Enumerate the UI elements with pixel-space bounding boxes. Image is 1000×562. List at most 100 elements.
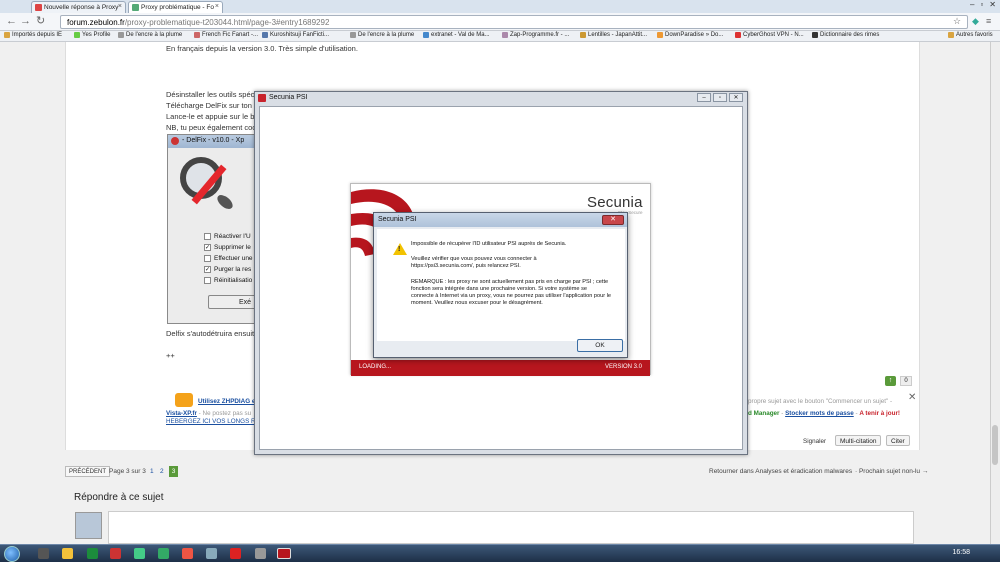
media-icon[interactable]	[38, 548, 49, 559]
bookmark-label: Lentilles - JapanAttit...	[588, 32, 648, 38]
app-icon[interactable]	[110, 548, 121, 559]
bookmark-label: French Fic Fanart -...	[202, 32, 259, 38]
bookmark-item[interactable]: extranet - Val de Ma...	[423, 32, 490, 38]
option-checkbox[interactable]: ✓ Supprimer le	[204, 244, 251, 251]
reply-editor[interactable]	[108, 511, 914, 544]
maximize-icon[interactable]: ▫	[980, 0, 983, 12]
previous-page-button[interactable]: PRÉCÉDENT	[65, 466, 111, 477]
scrollbar[interactable]	[990, 42, 1000, 544]
extension-icon[interactable]: ◆	[972, 15, 979, 28]
close-icon[interactable]: ×	[215, 3, 219, 10]
option-checkbox[interactable]: Réactiver l'U	[204, 233, 251, 240]
multi-quote-button[interactable]: Multi-citation	[835, 435, 882, 446]
chrome-icon[interactable]	[134, 548, 145, 559]
option-checkbox[interactable]: ✓ Purger la res	[204, 266, 251, 273]
secunia-taskbar-icon[interactable]	[277, 548, 291, 559]
tab-gmail[interactable]: Nouvelle réponse à Proxy ×	[31, 1, 126, 13]
app-icon[interactable]	[206, 548, 217, 559]
bookmarks-bar: Importés depuis IE Yes Profile De l'encr…	[0, 31, 1000, 42]
bookmark-item[interactable]: Dictionnaire des rimes	[812, 32, 879, 38]
dialog-message: REMARQUE : les proxy ne sont actuellemen…	[411, 279, 611, 306]
bookmark-item[interactable]: Yes Profile	[74, 32, 110, 38]
page-link[interactable]: 1	[150, 468, 154, 475]
scrollbar-thumb[interactable]	[992, 425, 998, 465]
forward-icon[interactable]: →	[20, 15, 31, 28]
bookmark-icon	[118, 32, 124, 38]
loading-text: LOADING...	[359, 364, 392, 370]
menu-icon[interactable]: ≡	[986, 15, 991, 28]
start-button[interactable]	[4, 546, 20, 562]
checkbox[interactable]	[204, 233, 211, 240]
close-icon[interactable]: ✕	[729, 93, 743, 102]
dialog-message: Veuillez vérifier que vous pouvez vous c…	[411, 256, 537, 269]
checkbox[interactable]: ✓	[204, 244, 211, 251]
back-icon[interactable]: ←	[6, 15, 17, 28]
maximize-icon[interactable]: ▫	[713, 93, 727, 102]
vote-up-icon[interactable]: ↑	[885, 376, 896, 386]
minimize-icon[interactable]: –	[697, 93, 711, 102]
app-icon[interactable]	[255, 548, 266, 559]
page-link[interactable]: 2	[160, 468, 164, 475]
report-link[interactable]: Signaler	[803, 438, 826, 445]
signature-text: propre sujet avec le bouton "Commencer u…	[748, 398, 893, 405]
return-link[interactable]: Retourner dans Analyses et éradication m…	[709, 468, 852, 475]
signature-link[interactable]: HEBERGEZ ICI VOS LONGS RA	[166, 418, 260, 425]
bookmark-item[interactable]: Lentilles - JapanAttit...	[580, 32, 647, 38]
bookmark-item[interactable]: De l'encre à la plume	[118, 32, 182, 38]
bookmark-item[interactable]: CyberGhost VPN - N...	[735, 32, 804, 38]
option-checkbox[interactable]: Effectuer une	[204, 255, 253, 262]
zhpdiag-logo	[175, 393, 193, 407]
bookmark-icon	[423, 32, 429, 38]
bookmark-label: Kuroshitsuji FanFicti...	[270, 32, 330, 38]
tab-label: Proxy problématique - Fo	[141, 4, 214, 11]
close-window-icon[interactable]: ✕	[989, 0, 996, 12]
option-label: Supprimer le	[214, 244, 251, 251]
reload-icon[interactable]: ↻	[36, 15, 45, 28]
app-icon[interactable]	[182, 548, 193, 559]
signature-link[interactable]: Vista-XP.fr	[166, 410, 197, 417]
bookmark-item[interactable]: Kuroshitsuji FanFicti...	[262, 32, 329, 38]
reply-heading: Répondre à ce sujet	[74, 492, 164, 503]
star-icon[interactable]: ☆	[953, 15, 961, 28]
tab-forum[interactable]: Proxy problématique - Fo ×	[128, 1, 223, 13]
avatar	[75, 512, 102, 539]
bookmark-label: DownParadise » Do...	[665, 32, 724, 38]
signature-text: - Ne postez pas su	[196, 410, 252, 417]
run-button[interactable]: Exé	[208, 295, 258, 309]
next-unread-link[interactable]: · Prochain sujet non-lu →	[855, 468, 928, 475]
excel-icon[interactable]	[87, 548, 98, 559]
checkbox[interactable]: ✓	[204, 266, 211, 273]
gmail-icon	[35, 4, 42, 11]
signature-link[interactable]: A tenir à jour!	[859, 410, 900, 417]
bookmark-item[interactable]: Importés depuis IE	[4, 32, 62, 38]
bookmark-item[interactable]: Zap-Programme.fr - ...	[502, 32, 569, 38]
quote-button[interactable]: Citer	[886, 435, 910, 446]
delfix-icon	[171, 137, 179, 145]
opera-icon[interactable]	[230, 548, 241, 559]
bookmark-label: Zap-Programme.fr - ...	[510, 32, 570, 38]
bookmark-item[interactable]: De l'encre à la plume	[350, 32, 414, 38]
vote-count: 0	[900, 376, 912, 386]
clock: 16:58	[952, 549, 970, 556]
bookmark-label: De l'encre à la plume	[126, 32, 183, 38]
option-checkbox[interactable]: Réinitialisatio	[204, 277, 252, 284]
ok-button[interactable]: OK	[577, 339, 623, 352]
bookmark-icon	[74, 32, 80, 38]
signature-link[interactable]: Stocker mots de passe	[785, 410, 854, 417]
checkbox[interactable]	[204, 277, 211, 284]
close-icon[interactable]: ✕	[908, 392, 916, 403]
address-bar[interactable]: forum.zebulon.fr/proxy-problematique-t20…	[60, 15, 968, 29]
explorer-icon[interactable]	[62, 548, 73, 559]
app-icon[interactable]	[158, 548, 169, 559]
page-label: Page 3 sur 3	[109, 468, 146, 475]
bookmark-item[interactable]: DownParadise » Do...	[657, 32, 723, 38]
close-button[interactable]: ✕	[602, 215, 624, 225]
bookmark-item[interactable]: French Fic Fanart -...	[194, 32, 258, 38]
signature-link[interactable]: d Manager	[748, 410, 780, 417]
minimize-icon[interactable]: –	[970, 0, 974, 12]
signature-link[interactable]: Utilisez ZHPDIAG e	[198, 398, 255, 405]
folder-icon	[4, 32, 10, 38]
bookmark-item[interactable]: Autres favoris	[948, 32, 993, 38]
close-icon[interactable]: ×	[118, 3, 122, 10]
checkbox[interactable]	[204, 255, 211, 262]
